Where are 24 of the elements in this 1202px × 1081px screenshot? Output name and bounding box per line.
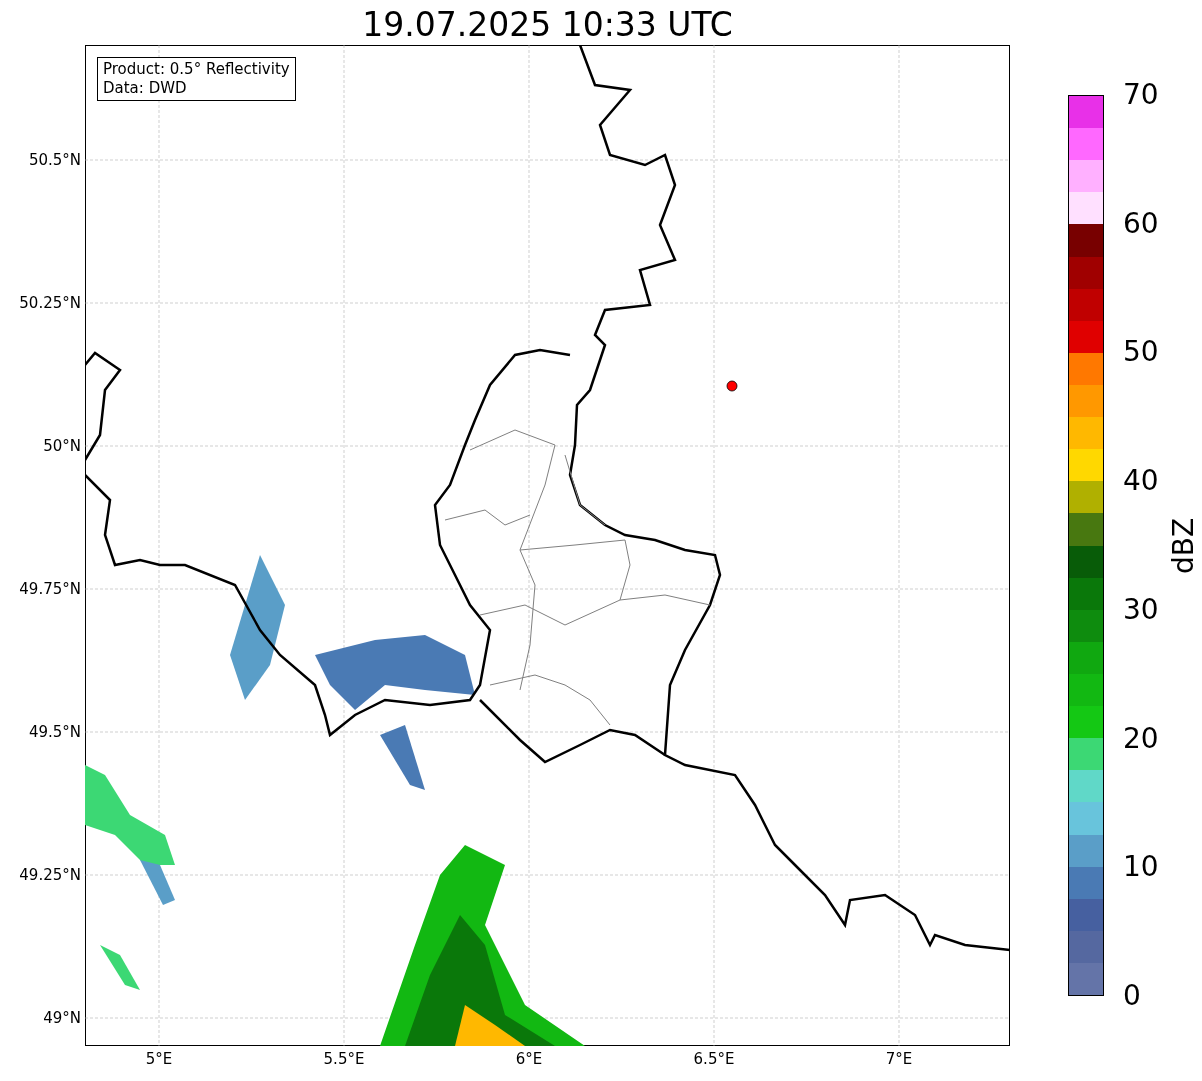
longitude-label: 6.5°E [693, 1050, 735, 1068]
chart-title: 19.07.2025 10:33 UTC [362, 4, 733, 46]
longitude-label: 7°E [885, 1050, 913, 1068]
latitude-label: 49°N [43, 1009, 81, 1027]
colorbar-tick-label: 70 [1123, 79, 1159, 111]
latitude-label: 50°N [43, 437, 81, 455]
colorbar-tick-label: 20 [1123, 722, 1159, 755]
latitude-label: 49.75°N [19, 580, 81, 598]
latitude-label: 49.5°N [28, 723, 81, 741]
longitude-label: 5°E [145, 1050, 173, 1068]
colorbar-tick-label: 50 [1123, 336, 1159, 369]
colorbar-tick-label: 40 [1123, 465, 1159, 498]
info-text: Product: 0.5° Reflectivity [103, 60, 290, 79]
colorbar-tick-label: 60 [1123, 207, 1159, 240]
latitude-label: 50.25°N [19, 294, 81, 312]
colorbar-tick-label: 10 [1123, 851, 1159, 884]
latitude-label: 49.25°N [19, 866, 81, 884]
longitude-label: 5.5°E [323, 1050, 365, 1068]
longitude-label: 6°E [515, 1050, 543, 1068]
colorbar-tick-label: 30 [1123, 593, 1159, 626]
latitude-label: 50.5°N [28, 151, 81, 169]
info-text: Data: DWD [103, 79, 188, 98]
colorbar-tick-label: 0 [1123, 980, 1141, 1012]
colorbar-label: dBZ [1168, 517, 1201, 575]
